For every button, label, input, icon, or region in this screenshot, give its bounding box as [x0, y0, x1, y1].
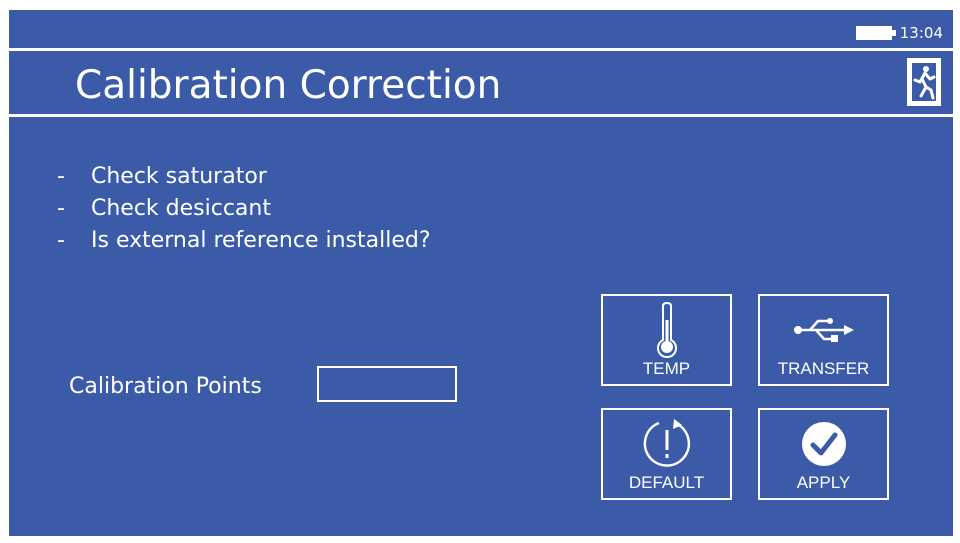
apply-button[interactable]: APPLY [758, 408, 889, 500]
transfer-button[interactable]: TRANSFER [758, 294, 889, 386]
temp-button-label: TEMP [642, 359, 691, 378]
list-item: - Is external reference installed? [57, 228, 431, 253]
clock: 13:04 [899, 24, 943, 42]
header-bottom-divider [9, 114, 953, 117]
list-item: - Check desiccant [57, 196, 271, 221]
transfer-button-label: TRANSFER [777, 359, 870, 378]
list-item: - Check saturator [57, 164, 267, 189]
default-button[interactable]: DEFAULT [601, 408, 732, 500]
calibration-points-label: Calibration Points [69, 374, 262, 399]
status-bar: 13:04 [855, 24, 943, 42]
exit-icon[interactable] [907, 58, 941, 106]
checklist: - Check saturator - Check desiccant - Is ex… [57, 161, 431, 257]
header-top-divider [9, 48, 953, 51]
page-title: Calibration Correction [75, 63, 502, 108]
thermometer-icon [603, 302, 730, 358]
reset-icon [603, 416, 730, 472]
checkmark-icon [760, 416, 887, 472]
default-button-label: DEFAULT [628, 473, 705, 492]
usb-icon [760, 302, 887, 358]
battery-icon [855, 26, 896, 40]
calibration-points-field[interactable] [317, 366, 457, 402]
device-screen: 13:04 Calibration Correction - Check satu… [9, 10, 953, 536]
apply-button-label: APPLY [796, 473, 851, 492]
temp-button[interactable]: TEMP [601, 294, 732, 386]
